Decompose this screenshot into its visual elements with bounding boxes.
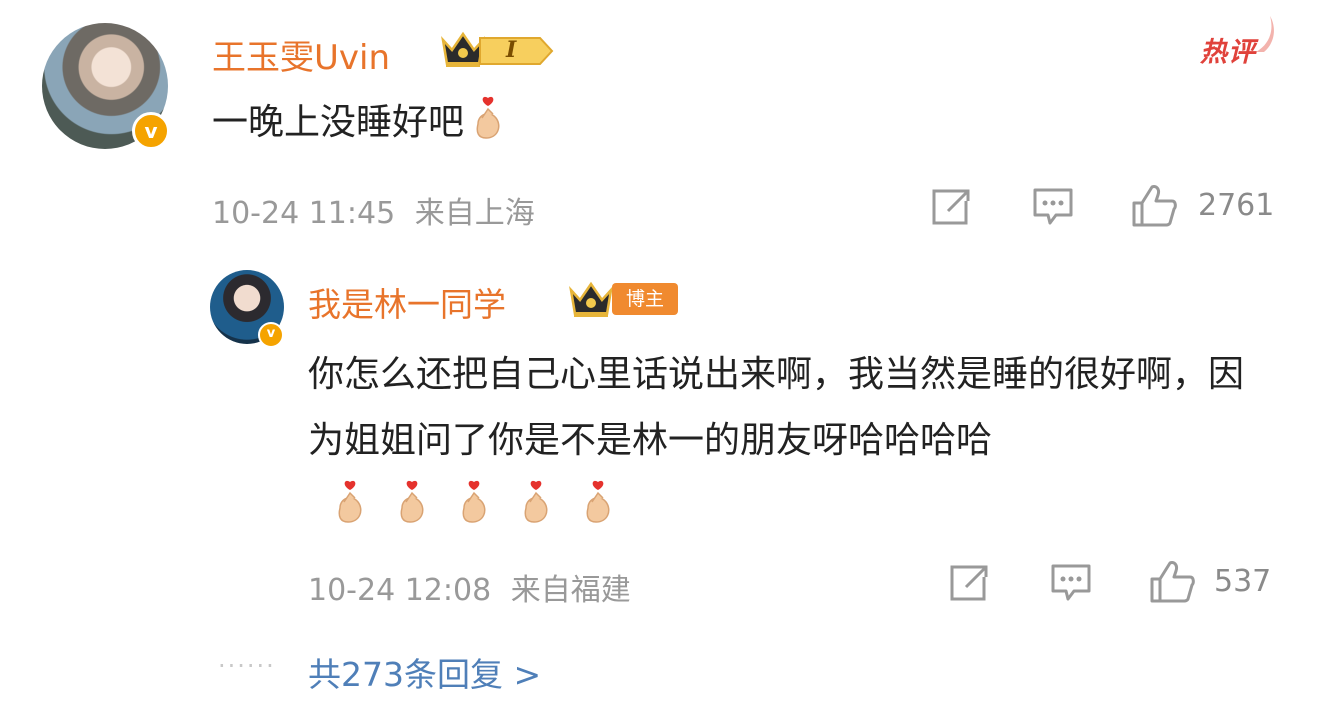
hot-comment-tag: 热评 [1200,37,1256,68]
repost-icon[interactable] [948,563,990,603]
hot-swoosh-icon [1256,16,1274,52]
comment-location: 来自上海 [414,196,535,231]
verified-v-badge-icon: v [258,322,284,348]
reply-meta: 10-24 12:08 来自福建 [308,565,631,609]
comment-text: 一晚上没睡好吧 [212,96,508,149]
comment-icon[interactable] [1032,187,1074,227]
crown-icon [569,281,613,317]
comment-meta: 10-24 11:45 来自上海 [212,188,535,232]
comment-time: 10-24 11:45 [212,196,396,231]
finger-heart-emoji-icon [476,96,500,139]
comment-text-body: 一晚上没睡好吧 [212,102,465,143]
commenter-username[interactable]: 王玉雯Uvin [212,30,390,79]
level-badge-text: I [506,37,517,63]
reply-emoji-row [308,474,618,540]
reply-text-body: 你怎么还把自己心里话说出来啊，我当然是睡的很好啊，因为姐姐问了你是不是林一的朋友… [308,354,1245,461]
reply-time: 10-24 12:08 [308,573,492,608]
thumbs-up-icon[interactable] [1148,559,1196,605]
reply-location: 来自福建 [510,573,631,608]
view-all-replies-link[interactable]: 共273条回复 > [308,648,541,696]
finger-heart-emoji-icon [400,480,424,523]
ellipsis-dots-icon: ······ [218,652,276,680]
reply-text: 你怎么还把自己心里话说出来啊，我当然是睡的很好啊，因为姐姐问了你是不是林一的朋友… [308,342,1258,540]
finger-heart-emoji-icon [338,480,362,523]
finger-heart-emoji-icon [524,480,548,523]
finger-heart-emoji-icon [586,480,610,523]
replier-username[interactable]: 我是林一同学 [308,278,506,326]
reply-like-count: 537 [1214,564,1272,599]
thumbs-up-icon[interactable] [1130,183,1178,229]
comment-icon[interactable] [1050,563,1092,603]
blogger-role-badge: 博主 [612,283,678,315]
level-badge: I [478,34,554,68]
verified-v-badge-icon: v [132,112,170,150]
repost-icon[interactable] [930,187,972,227]
finger-heart-emoji-icon [462,480,486,523]
comment-like-count: 2761 [1198,188,1275,223]
